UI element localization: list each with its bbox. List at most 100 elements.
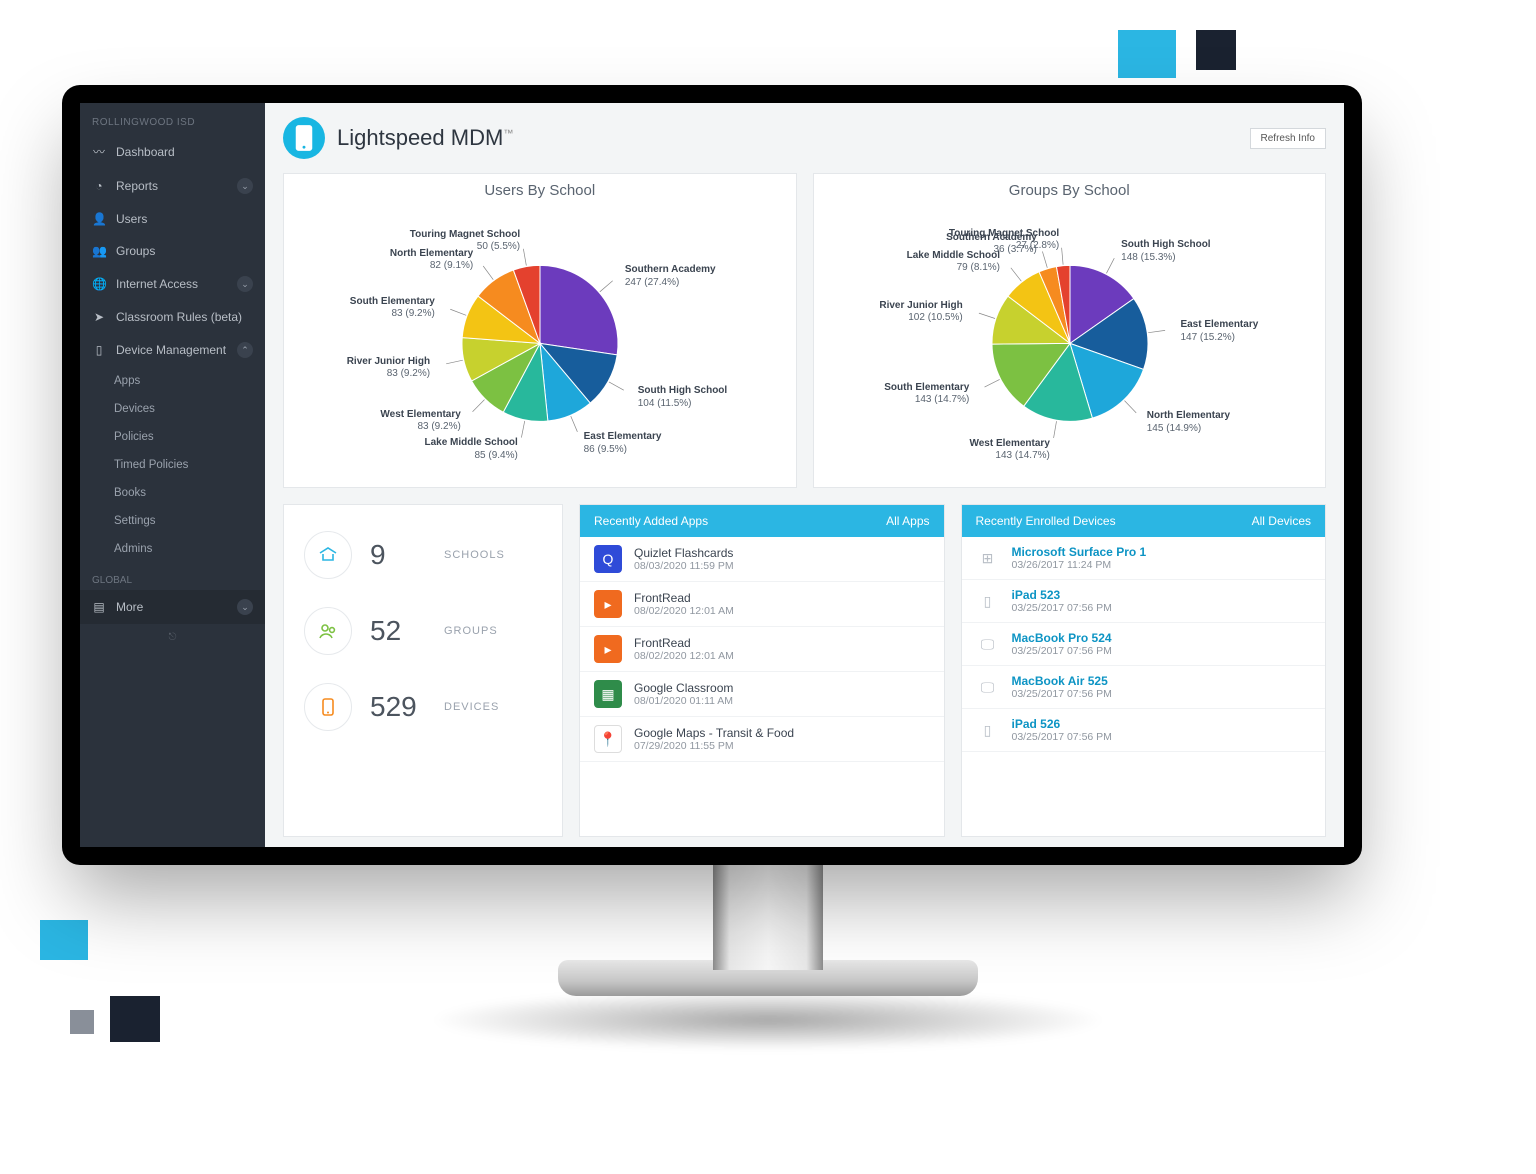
sidebar-item-label: Users bbox=[116, 212, 147, 226]
device-row[interactable]: ▯ iPad 526 03/25/2017 07:56 PM bbox=[962, 709, 1326, 752]
app-row[interactable]: ▦ Google Classroom 08/01/2020 01:11 AM bbox=[580, 672, 944, 717]
recently-enrolled-devices-panel: Recently Enrolled Devices All Devices ⊞ … bbox=[961, 504, 1327, 837]
decor-square bbox=[1196, 30, 1236, 70]
app-name: Quizlet Flashcards bbox=[634, 546, 734, 560]
sidebar-subitem-books[interactable]: Books bbox=[80, 479, 265, 507]
stat-value: 52 bbox=[370, 615, 426, 647]
summary-stats: 9 SCHOOLS 52 GROUPS 529 DEVICES bbox=[283, 504, 563, 837]
device-time: 03/25/2017 07:56 PM bbox=[1012, 731, 1112, 743]
org-name: ROLLINGWOOD ISD bbox=[80, 103, 265, 134]
app-time: 08/02/2020 12:01 AM bbox=[634, 605, 734, 617]
sidebar-item-dashboard[interactable]: 〰 Dashboard bbox=[80, 134, 265, 169]
sidebar-item-label: Classroom Rules (beta) bbox=[116, 310, 242, 324]
chart-title: Users By School bbox=[296, 182, 784, 199]
monitor-stand-neck bbox=[713, 860, 823, 970]
sidebar-item-classroom-rules-beta-[interactable]: ➤ Classroom Rules (beta) bbox=[80, 301, 265, 333]
all-devices-link[interactable]: All Devices bbox=[1252, 514, 1311, 528]
sidebar-item-reports[interactable]: ◔ Reports⌄ bbox=[80, 169, 265, 203]
globe-icon: 🌐 bbox=[92, 277, 106, 291]
sidebar-item-more[interactable]: ▤ More ⌄ bbox=[80, 590, 265, 624]
device-row[interactable]: ⊞ Microsoft Surface Pro 1 03/26/2017 11:… bbox=[962, 537, 1326, 580]
app-row[interactable]: 📍 Google Maps - Transit & Food 07/29/202… bbox=[580, 717, 944, 762]
sidebar-subitem-admins[interactable]: Admins bbox=[80, 535, 265, 563]
decor-square bbox=[40, 920, 88, 960]
stat-label: GROUPS bbox=[444, 625, 498, 637]
users-icon: 👥 bbox=[92, 244, 106, 258]
sidebar-item-users[interactable]: 👤 Users bbox=[80, 203, 265, 235]
sidebar-item-label: More bbox=[116, 600, 143, 614]
app-logo bbox=[283, 117, 325, 159]
pie-slice[interactable] bbox=[540, 265, 618, 354]
stat-groups: 52 GROUPS bbox=[300, 593, 546, 669]
sidebar-item-label: Groups bbox=[116, 244, 155, 258]
panel-title: Recently Enrolled Devices bbox=[976, 514, 1116, 528]
app-name: Google Classroom bbox=[634, 681, 733, 695]
sidebar-subitem-settings[interactable]: Settings bbox=[80, 507, 265, 535]
chevron-down-icon: ⌄ bbox=[237, 276, 253, 292]
app-icon: ▦ bbox=[594, 680, 622, 708]
user-icon: 👤 bbox=[92, 212, 106, 226]
chevron-down-icon: ⌄ bbox=[237, 599, 253, 615]
device-type-icon: 🖵 bbox=[976, 679, 1000, 696]
app-row[interactable]: ▸ FrontRead 08/02/2020 12:01 AM bbox=[580, 627, 944, 672]
stat-devices: 529 DEVICES bbox=[300, 669, 546, 745]
monitor-shadow bbox=[428, 990, 1108, 1050]
chart-users-by-school: Users By School Southern Academy247 (27.… bbox=[283, 173, 797, 488]
device-type-icon: 🖵 bbox=[976, 636, 1000, 653]
device-time: 03/25/2017 07:56 PM bbox=[1012, 688, 1112, 700]
device-row[interactable]: 🖵 MacBook Pro 524 03/25/2017 07:56 PM bbox=[962, 623, 1326, 666]
app-title: Lightspeed MDM™ bbox=[337, 125, 513, 151]
chevron-up-icon: ⌃ bbox=[237, 342, 253, 358]
sidebar-item-label: Dashboard bbox=[116, 145, 175, 159]
app-name: FrontRead bbox=[634, 636, 734, 650]
pie-icon: ◔ bbox=[92, 179, 106, 193]
device-name: MacBook Pro 524 bbox=[1012, 631, 1112, 645]
main-area: Lightspeed MDM™ Refresh Info Users By Sc… bbox=[265, 103, 1344, 847]
sidebar-subitem-timed-policies[interactable]: Timed Policies bbox=[80, 451, 265, 479]
device-name: iPad 523 bbox=[1012, 588, 1112, 602]
app-icon: 📍 bbox=[594, 725, 622, 753]
tablet-icon: ▯ bbox=[92, 343, 106, 357]
decor-square bbox=[1118, 30, 1176, 78]
recently-added-apps-panel: Recently Added Apps All Apps Q Quizlet F… bbox=[579, 504, 945, 837]
device-row[interactable]: 🖵 MacBook Air 525 03/25/2017 07:56 PM bbox=[962, 666, 1326, 709]
device-type-icon: ▯ bbox=[976, 722, 1000, 739]
sidebar-subitem-apps[interactable]: Apps bbox=[80, 367, 265, 395]
device-time: 03/25/2017 07:56 PM bbox=[1012, 645, 1112, 657]
decor-square bbox=[110, 996, 160, 1042]
sidebar-item-label: Device Management bbox=[116, 343, 226, 357]
app-name: Google Maps - Transit & Food bbox=[634, 726, 794, 740]
sidebar-subitem-policies[interactable]: Policies bbox=[80, 423, 265, 451]
device-time: 03/25/2017 07:56 PM bbox=[1012, 602, 1112, 614]
chart-line-icon: 〰 bbox=[92, 143, 106, 160]
sidebar: ROLLINGWOOD ISD 〰 Dashboard◔ Reports⌄👤 U… bbox=[80, 103, 265, 847]
chevron-down-icon: ⌄ bbox=[237, 178, 253, 194]
topbar: Lightspeed MDM™ Refresh Info bbox=[265, 103, 1344, 173]
sidebar-item-internet-access[interactable]: 🌐 Internet Access ⌄ bbox=[80, 267, 265, 301]
stat-value: 529 bbox=[370, 691, 426, 723]
logout-icon[interactable]: ⎋ bbox=[80, 624, 265, 651]
chart-groups-by-school: Groups By School South High School148 (1… bbox=[813, 173, 1327, 488]
sidebar-item-label: Internet Access bbox=[116, 277, 198, 291]
app-row[interactable]: Q Quizlet Flashcards 08/03/2020 11:59 PM bbox=[580, 537, 944, 582]
refresh-button[interactable]: Refresh Info bbox=[1250, 128, 1326, 149]
monitor-bezel: ROLLINGWOOD ISD 〰 Dashboard◔ Reports⌄👤 U… bbox=[62, 85, 1362, 865]
sidebar-item-device-management[interactable]: ▯ Device Management ⌃ bbox=[80, 333, 265, 367]
chart-title: Groups By School bbox=[826, 182, 1314, 199]
stat-label: DEVICES bbox=[444, 701, 499, 713]
device-type-icon: ⊞ bbox=[976, 550, 1000, 567]
screen: ROLLINGWOOD ISD 〰 Dashboard◔ Reports⌄👤 U… bbox=[80, 103, 1344, 847]
all-apps-link[interactable]: All Apps bbox=[886, 514, 929, 528]
device-name: iPad 526 bbox=[1012, 717, 1112, 731]
app-icon: ▸ bbox=[594, 590, 622, 618]
device-name: MacBook Air 525 bbox=[1012, 674, 1112, 688]
app-icon: Q bbox=[594, 545, 622, 573]
devices-icon bbox=[304, 683, 352, 731]
app-row[interactable]: ▸ FrontRead 08/02/2020 12:01 AM bbox=[580, 582, 944, 627]
sidebar-item-groups[interactable]: 👥 Groups bbox=[80, 235, 265, 267]
device-row[interactable]: ▯ iPad 523 03/25/2017 07:56 PM bbox=[962, 580, 1326, 623]
app-time: 08/02/2020 12:01 AM bbox=[634, 650, 734, 662]
sidebar-subitem-devices[interactable]: Devices bbox=[80, 395, 265, 423]
stat-value: 9 bbox=[370, 539, 426, 571]
book-icon: ▤ bbox=[92, 600, 106, 614]
